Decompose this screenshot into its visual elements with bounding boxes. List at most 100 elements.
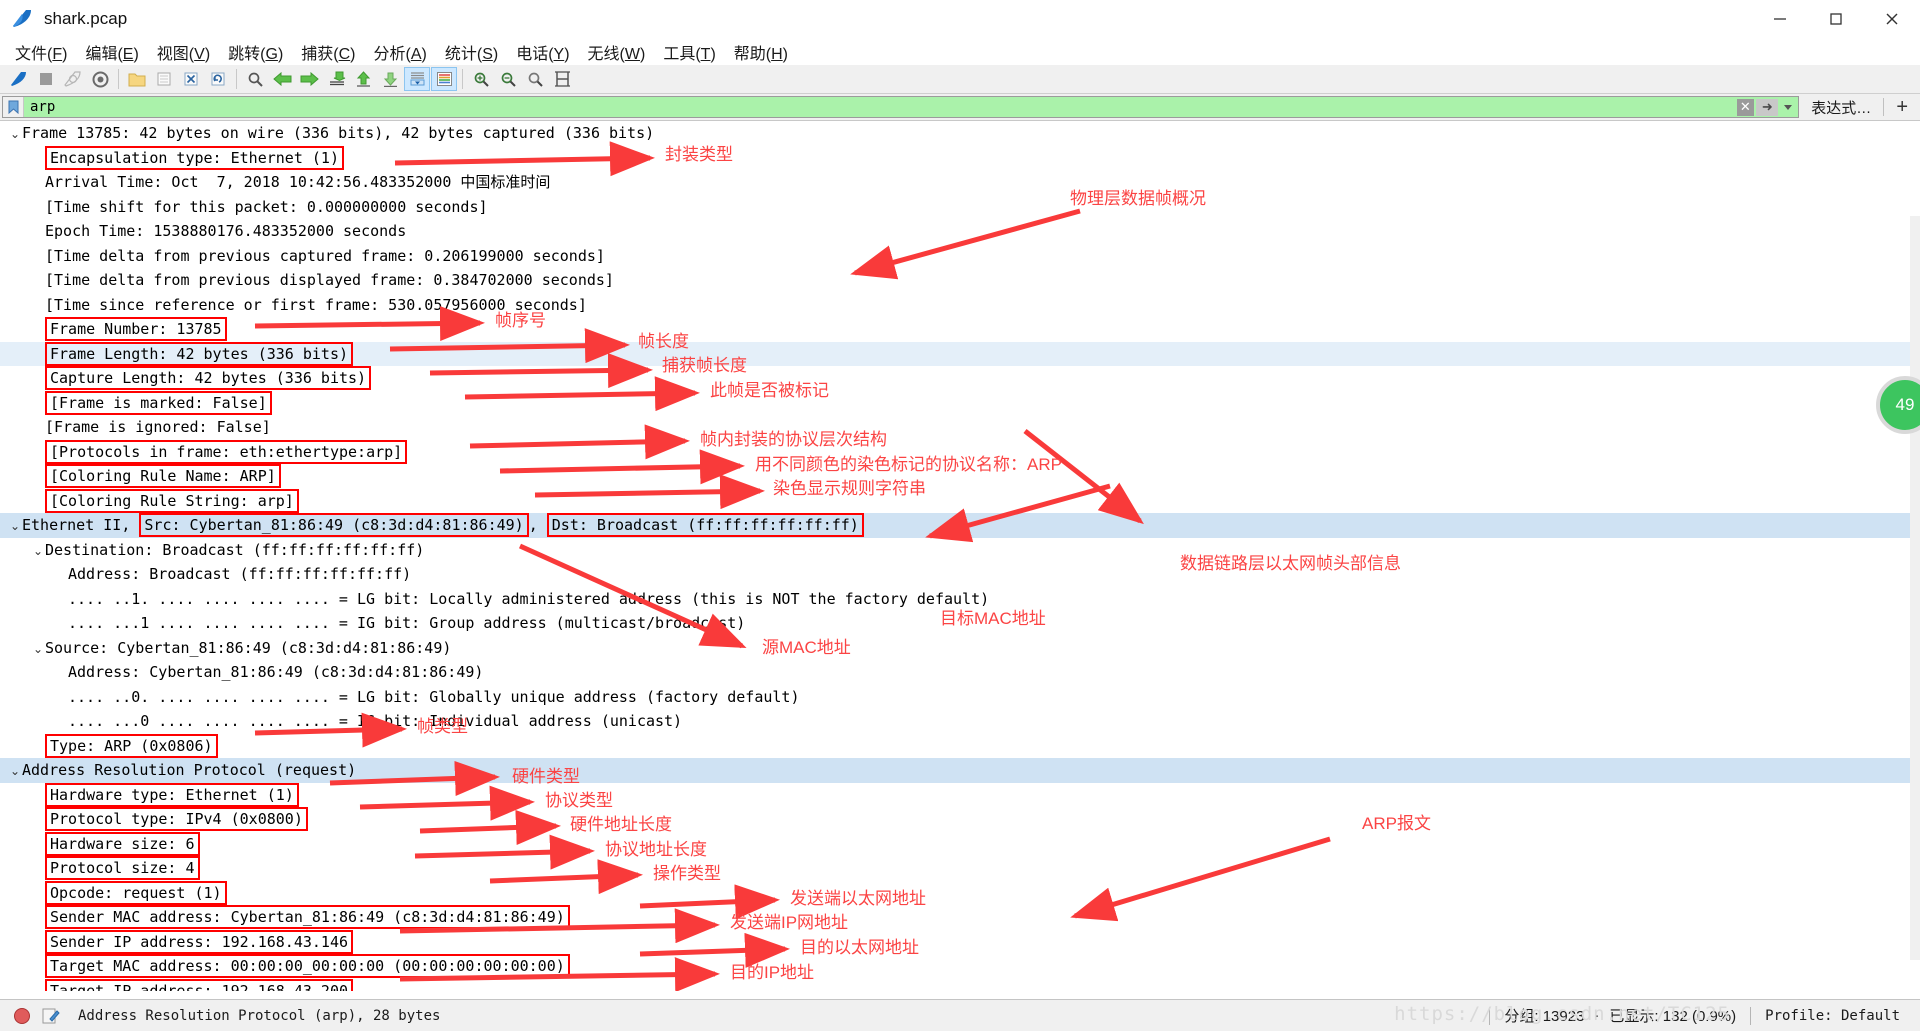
chevron-down-icon[interactable]: ⌄ [31, 539, 45, 564]
menu-item-c[interactable]: 捕获(C) [292, 38, 364, 66]
detail-row[interactable]: Protocol type: IPv4 (0x0800) [0, 807, 1920, 832]
chevron-down-icon[interactable]: ⌄ [8, 122, 22, 147]
minimize-button[interactable] [1752, 0, 1808, 38]
menu-item-y[interactable]: 电话(Y) [507, 38, 578, 66]
detail-row[interactable]: Capture Length: 42 bytes (336 bits) [0, 366, 1920, 391]
detail-row-text: .... ...1 .... .... .... .... = IG bit: … [68, 614, 746, 632]
menu-item-h[interactable]: 帮助(H) [725, 38, 797, 66]
detail-row[interactable]: Epoch Time: 1538880176.483352000 seconds [0, 219, 1920, 244]
detail-row[interactable]: Sender MAC address: Cybertan_81:86:49 (c… [0, 905, 1920, 930]
go-back-icon[interactable] [269, 67, 295, 91]
menu-item-w[interactable]: 无线(W) [579, 38, 655, 66]
restart-capture-icon[interactable] [60, 67, 86, 91]
detail-row[interactable]: ⌄ Frame 13785: 42 bytes on wire (336 bits… [0, 121, 1920, 146]
detail-row[interactable]: .... ...1 .... .... .... .... = IG bit: … [0, 611, 1920, 636]
toolbar-separator [236, 69, 237, 89]
detail-row[interactable]: ⌄ Destination: Broadcast (ff:ff:ff:ff:ff:… [0, 538, 1920, 563]
filter-expression-button[interactable]: 表达式… [1799, 97, 1883, 118]
menu-item-a[interactable]: 分析(A) [365, 38, 436, 66]
detail-row[interactable]: Opcode: request (1) [0, 880, 1920, 906]
maximize-button[interactable] [1808, 0, 1864, 38]
packet-details-pane[interactable]: ⌄ Frame 13785: 42 bytes on wire (336 bits… [0, 121, 1920, 991]
capture-options-icon[interactable] [87, 67, 113, 91]
detail-row[interactable]: Protocol size: 4 [0, 856, 1920, 881]
zoom-out-icon[interactable] [495, 67, 521, 91]
detail-row[interactable]: [Time shift for this packet: 0.000000000… [0, 195, 1920, 220]
detail-row-text: Address Resolution Protocol (request) [22, 761, 357, 779]
detail-row[interactable]: Target MAC address: 00:00:00_00:00:00 (0… [0, 954, 1920, 979]
detail-row[interactable]: [Coloring Rule String: arp] [0, 488, 1920, 514]
chevron-down-icon[interactable]: ⌄ [8, 514, 22, 539]
bookmark-icon[interactable] [3, 97, 24, 117]
menu-item-f[interactable]: 文件(F) [6, 38, 76, 66]
display-filter-input[interactable] [24, 98, 1735, 116]
menu-item-s[interactable]: 统计(S) [436, 38, 507, 66]
display-filter-box[interactable]: ✕ ➜ [2, 96, 1800, 118]
detail-row-highlight: Hardware type: Ethernet (1) [45, 782, 299, 807]
detail-row[interactable]: Address: Broadcast (ff:ff:ff:ff:ff:ff) [0, 562, 1920, 587]
detail-row[interactable]: ⌄ Address Resolution Protocol (request) [0, 758, 1920, 783]
detail-row[interactable]: Hardware size: 6 [0, 831, 1920, 857]
detail-row[interactable]: Target IP address: 192.168.43.200 [0, 978, 1920, 991]
colorize-icon[interactable] [431, 67, 457, 91]
status-separator [1750, 1006, 1752, 1025]
capture-status-icon[interactable] [14, 1007, 30, 1024]
detail-row[interactable]: [Frame is ignored: False] [0, 415, 1920, 440]
chevron-down-icon[interactable]: ⌄ [31, 637, 45, 662]
detail-row[interactable]: [Coloring Rule Name: ARP] [0, 464, 1920, 489]
detail-row[interactable]: ⌄ Ethernet II, Src: Cybertan_81:86:49 (c8… [0, 513, 1920, 538]
detail-row[interactable]: Frame Length: 42 bytes (336 bits) [0, 341, 1920, 366]
detail-row[interactable]: [Time delta from previous captured frame… [0, 244, 1920, 269]
detail-row[interactable]: Frame Number: 13785 [0, 317, 1920, 342]
detail-row[interactable]: Hardware type: Ethernet (1) [0, 782, 1920, 808]
eth-row-comma: , [528, 516, 547, 534]
resize-columns-icon[interactable] [549, 67, 575, 91]
menu-item-v[interactable]: 视图(V) [148, 38, 219, 66]
go-to-packet-icon[interactable] [323, 67, 349, 91]
go-forward-icon[interactable] [296, 67, 322, 91]
add-filter-button[interactable]: + [1884, 96, 1920, 119]
find-packet-icon[interactable] [242, 67, 268, 91]
detail-row[interactable]: .... ...0 .... .... .... .... = IG bit: … [0, 709, 1920, 734]
chevron-down-icon[interactable] [1778, 97, 1798, 117]
detail-row-highlight: Hardware size: 6 [45, 831, 200, 856]
chevron-down-icon[interactable]: ⌄ [8, 759, 22, 784]
detail-row-highlight: [Coloring Rule Name: ARP] [45, 464, 281, 488]
detail-row[interactable]: .... ..1. .... .... .... .... = LG bit: … [0, 587, 1920, 612]
auto-scroll-icon[interactable] [404, 67, 430, 91]
apply-filter-button[interactable]: ➜ [1756, 97, 1779, 117]
status-bar: Address Resolution Protocol (arp), 28 by… [0, 999, 1920, 1031]
stop-capture-icon[interactable] [33, 67, 59, 91]
detail-row-text: [Time delta from previous displayed fram… [45, 271, 614, 289]
clear-filter-button[interactable]: ✕ [1734, 97, 1756, 117]
menu-item-e[interactable]: 编辑(E) [76, 38, 147, 66]
detail-row[interactable]: .... ..0. .... .... .... .... = LG bit: … [0, 685, 1920, 710]
menu-item-t[interactable]: 工具(T) [654, 38, 724, 66]
detail-row[interactable]: [Frame is marked: False] [0, 390, 1920, 416]
close-button[interactable] [1864, 0, 1920, 38]
close-file-icon[interactable] [178, 67, 204, 91]
reload-file-icon[interactable] [205, 67, 231, 91]
open-file-icon[interactable] [124, 67, 150, 91]
profile-label[interactable]: Profile: Default [1765, 1008, 1900, 1024]
detail-row[interactable]: Address: Cybertan_81:86:49 (c8:3d:d4:81:… [0, 660, 1920, 685]
detail-row[interactable]: Type: ARP (0x0806) [0, 733, 1920, 759]
detail-row[interactable]: Sender IP address: 192.168.43.146 [0, 929, 1920, 955]
go-last-packet-icon[interactable] [377, 67, 403, 91]
detail-row[interactable]: [Time since reference or first frame: 53… [0, 293, 1920, 318]
detail-row[interactable]: [Time delta from previous displayed fram… [0, 268, 1920, 293]
detail-row[interactable]: ⌄ Source: Cybertan_81:86:49 (c8:3d:d4:81:… [0, 636, 1920, 661]
zoom-reset-icon[interactable] [522, 67, 548, 91]
right-scrollbar[interactable] [1910, 216, 1920, 960]
go-first-packet-icon[interactable] [350, 67, 376, 91]
start-capture-icon[interactable] [6, 67, 32, 91]
menu-bar: 文件(F) 编辑(E) 视图(V) 跳转(G) 捕获(C) 分析(A) 统计(S) 电话(Y)… [0, 39, 1920, 65]
detail-row[interactable]: Arrival Time: Oct 7, 2018 10:42:56.48335… [0, 170, 1920, 195]
eth-row-prefix: Ethernet II, [22, 516, 140, 534]
zoom-in-icon[interactable] [468, 67, 494, 91]
detail-row[interactable]: Encapsulation type: Ethernet (1) [0, 145, 1920, 171]
menu-item-g[interactable]: 跳转(G) [219, 38, 292, 66]
save-file-icon[interactable] [151, 67, 177, 91]
packet-comment-icon[interactable] [42, 1007, 60, 1025]
detail-row[interactable]: [Protocols in frame: eth:ethertype:arp] [0, 439, 1920, 465]
